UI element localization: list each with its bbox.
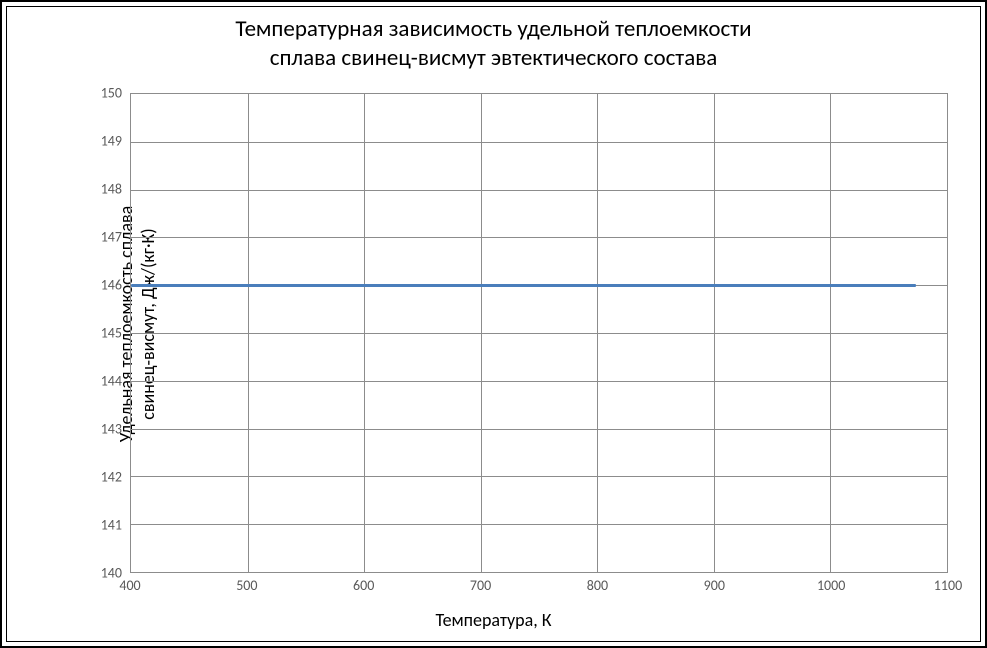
grid-horizontal xyxy=(131,333,947,334)
grid-horizontal xyxy=(131,524,947,525)
x-tick-label: 1100 xyxy=(934,577,962,594)
y-tick-label: 144 xyxy=(101,373,122,390)
y-tick-label: 148 xyxy=(101,181,122,198)
y-axis-ticks: 140141142143144145146147148149150 xyxy=(92,93,126,573)
grid-horizontal xyxy=(131,237,947,238)
x-tick-label: 400 xyxy=(119,577,140,594)
y-tick-label: 149 xyxy=(101,133,122,150)
x-axis-ticks: 40050060070080090010001100 xyxy=(130,577,948,597)
x-tick-label: 700 xyxy=(470,577,491,594)
y-tick-label: 143 xyxy=(101,421,122,438)
chart-title: Температурная зависимость удельной тепло… xyxy=(7,15,980,73)
y-tick-label: 150 xyxy=(101,85,122,102)
grid-horizontal xyxy=(131,381,947,382)
y-tick-label: 146 xyxy=(101,277,122,294)
chart-title-line2: сплава свинец-висмут эвтектического сост… xyxy=(270,44,718,72)
x-tick-label: 900 xyxy=(704,577,725,594)
x-axis-label: Температура, К xyxy=(7,609,980,631)
chart-outer-frame: Температурная зависимость удельной тепло… xyxy=(0,0,987,648)
grid-horizontal xyxy=(131,142,947,143)
y-tick-label: 145 xyxy=(101,325,122,342)
chart-title-line1: Температурная зависимость удельной тепло… xyxy=(235,15,751,43)
chart-inner-frame: Температурная зависимость удельной тепло… xyxy=(6,6,981,642)
grid-horizontal xyxy=(131,476,947,477)
plot-area xyxy=(130,93,948,573)
x-tick-label: 500 xyxy=(236,577,257,594)
y-tick-label: 147 xyxy=(101,229,122,246)
y-tick-label: 142 xyxy=(101,469,122,486)
data-series-line xyxy=(131,284,916,287)
y-tick-label: 141 xyxy=(101,517,122,534)
x-tick-label: 600 xyxy=(353,577,374,594)
grid-horizontal xyxy=(131,429,947,430)
grid-horizontal xyxy=(131,190,947,191)
x-tick-label: 800 xyxy=(587,577,608,594)
x-tick-label: 1000 xyxy=(817,577,845,594)
